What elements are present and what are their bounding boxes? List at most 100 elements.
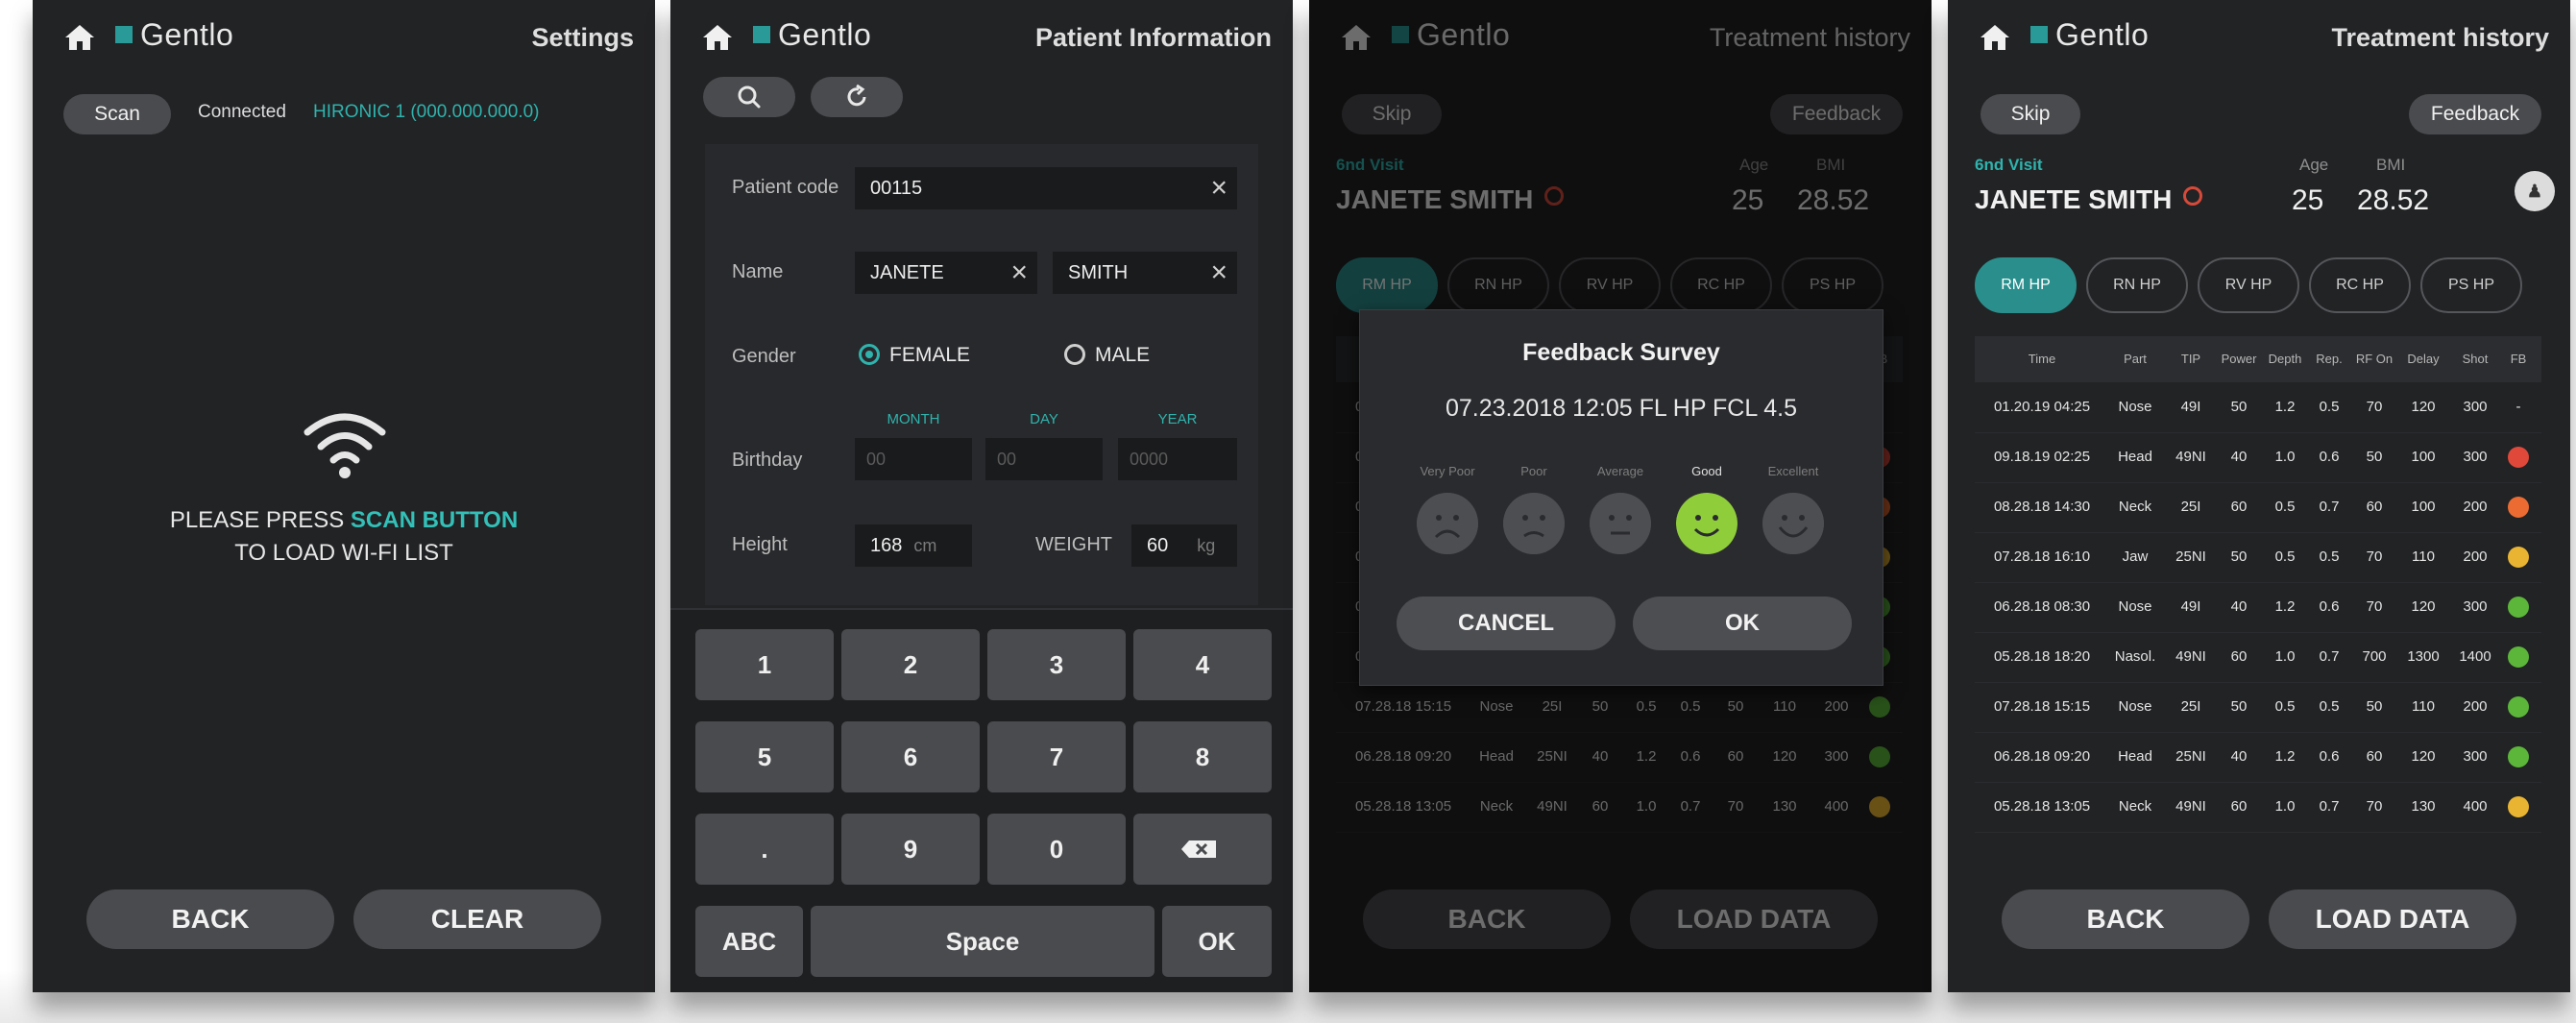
key-3[interactable]: 3	[987, 629, 1126, 700]
back-button[interactable]: BACK	[2002, 889, 2249, 949]
first-name-field[interactable]: JANETE ×	[855, 252, 1037, 294]
space-key[interactable]: Space	[811, 906, 1154, 977]
table-cell: 100	[2411, 449, 2436, 465]
pin-icon	[2183, 185, 2203, 206]
table-cell: 49NI	[2175, 648, 2206, 665]
refresh-button[interactable]	[811, 77, 903, 117]
top-bar: Gentlo Patient Information	[670, 0, 1293, 73]
table-row[interactable]: 05.28.18 13:05 Neck 49NI 60 1.0 0.7 70 130 400	[1975, 782, 2541, 833]
table-row[interactable]: 06.28.18 09:20 Head 25NI 40 1.2 0.6 60 120 300	[1975, 732, 2541, 783]
close-icon[interactable]: ×	[1010, 252, 1028, 294]
key-0[interactable]: 0	[987, 814, 1126, 885]
key-1[interactable]: 1	[695, 629, 834, 700]
dialog-subtitle: 07.23.2018 12:05 FL HP FCL 4.5	[1446, 395, 1797, 422]
tab-rm-hp[interactable]: RM HP	[1975, 257, 2077, 313]
close-icon[interactable]: ×	[1210, 252, 1227, 294]
abc-key[interactable]: ABC	[695, 906, 803, 977]
bmi-value: 28.52	[2357, 184, 2430, 216]
back-button[interactable]: BACK	[86, 889, 334, 949]
close-icon[interactable]: ×	[1210, 167, 1227, 209]
table-cell: Nasol.	[2114, 648, 2156, 665]
weight-field[interactable]: 60 kg	[1131, 524, 1237, 567]
home-icon[interactable]	[701, 23, 734, 52]
ok-key[interactable]: OK	[1162, 906, 1272, 977]
key-8[interactable]: 8	[1133, 721, 1272, 792]
height-field[interactable]: 168 cm	[855, 524, 972, 567]
tab-ps-hp[interactable]: PS HP	[2420, 257, 2522, 313]
table-cell: 70	[2366, 548, 2383, 565]
backspace-key[interactable]	[1133, 814, 1272, 885]
table-row[interactable]: 01.20.19 04:25 Nose 49I 50 1.2 0.5 70 120 300 -	[1975, 382, 2541, 433]
rating-label-excellent: Excellent	[1767, 464, 1819, 478]
column-header: Depth	[2268, 352, 2302, 366]
very-poor-face-icon[interactable]	[1417, 493, 1478, 554]
key-4[interactable]: 4	[1133, 629, 1272, 700]
home-icon[interactable]	[1979, 23, 2011, 52]
table-row[interactable]: 07.28.18 15:15 Nose 25I 50 0.5 0.5 50 110 200	[1975, 682, 2541, 733]
key-9[interactable]: 9	[841, 814, 980, 885]
cancel-button[interactable]: CANCEL	[1397, 597, 1616, 650]
app-logo: Gentlo	[778, 17, 872, 52]
feedback-face-icon	[2508, 547, 2529, 568]
visit-label: 6nd Visit	[1975, 156, 2043, 174]
feedback-face-icon	[2508, 746, 2529, 767]
table-cell: 40	[2230, 598, 2248, 615]
table-cell: 120	[2411, 598, 2436, 615]
patient-name: JANETE SMITH	[1975, 184, 2203, 215]
table-row[interactable]: 05.28.18 18:20 Nasol. 49NI 60 1.0 0.7 700 1300 1…	[1975, 632, 2541, 683]
feedback-face-icon	[2508, 597, 2529, 618]
table-cell: 100	[2411, 499, 2436, 515]
search-button[interactable]	[703, 77, 795, 117]
instruction-highlight: SCAN BUTTON	[350, 507, 519, 533]
excellent-face-icon[interactable]	[1762, 493, 1824, 554]
table-row[interactable]: 09.18.19 02:25 Head 49NI 40 1.0 0.6 50 100 300	[1975, 432, 2541, 483]
table-cell: 70	[2366, 399, 2383, 415]
ok-button[interactable]: OK	[1633, 597, 1852, 650]
feedback-button[interactable]: Feedback	[2409, 94, 2541, 134]
last-name-field[interactable]: SMITH ×	[1053, 252, 1237, 294]
day-field[interactable]: 00	[985, 438, 1103, 480]
table-row[interactable]: 06.28.18 08:30 Nose 49I 40 1.2 0.6 70 120 300	[1975, 582, 2541, 633]
year-field[interactable]: 0000	[1118, 438, 1237, 480]
table-cell: 120	[2411, 399, 2436, 415]
connection-status: Connected	[198, 102, 286, 122]
good-face-icon[interactable]	[1676, 493, 1738, 554]
key-2[interactable]: 2	[841, 629, 980, 700]
tab-rn-hp[interactable]: RN HP	[2086, 257, 2188, 313]
table-row[interactable]: 08.28.18 14:30 Neck 25I 60 0.5 0.7 60 100 200	[1975, 482, 2541, 533]
female-label: FEMALE	[889, 344, 971, 366]
table-cell: 50	[2230, 698, 2248, 715]
skip-button[interactable]: Skip	[1981, 94, 2080, 134]
female-radio[interactable]	[859, 344, 880, 365]
poor-face-icon[interactable]	[1503, 493, 1565, 554]
average-face-icon[interactable]	[1590, 493, 1651, 554]
top-bar: Gentlo Settings	[33, 0, 655, 73]
table-cell: 25I	[2180, 698, 2201, 715]
male-radio[interactable]	[1064, 344, 1085, 365]
patient-code-field[interactable]: 00115 ×	[855, 167, 1237, 209]
column-header: Part	[2124, 352, 2147, 366]
table-row[interactable]: 07.28.18 16:10 Jaw 25NI 50 0.5 0.5 70 110 200	[1975, 532, 2541, 583]
home-icon[interactable]	[63, 23, 96, 52]
key-dot[interactable]: .	[695, 814, 834, 885]
table-cell: 60	[2230, 798, 2248, 815]
scan-button[interactable]: Scan	[63, 94, 171, 134]
clear-button[interactable]: CLEAR	[353, 889, 601, 949]
app-logo: Gentlo	[2055, 17, 2150, 52]
avatar-icon[interactable]: ♟	[2515, 171, 2555, 211]
key-5[interactable]: 5	[695, 721, 834, 792]
table-cell: 200	[2463, 698, 2488, 715]
table-cell: 0.7	[2319, 499, 2340, 515]
table-cell: 0.7	[2319, 798, 2340, 815]
tab-rc-hp[interactable]: RC HP	[2309, 257, 2411, 313]
table-cell: 25I	[2180, 499, 2201, 515]
tab-rv-hp[interactable]: RV HP	[2198, 257, 2299, 313]
table-cell: Nose	[2118, 399, 2152, 415]
table-cell: 110	[2412, 548, 2435, 565]
load-data-button[interactable]: LOAD DATA	[2269, 889, 2516, 949]
month-field[interactable]: 00	[855, 438, 972, 480]
table-cell: 07.28.18 15:15	[1993, 698, 2091, 715]
column-header: Power	[2221, 352, 2257, 366]
key-7[interactable]: 7	[987, 721, 1126, 792]
key-6[interactable]: 6	[841, 721, 980, 792]
